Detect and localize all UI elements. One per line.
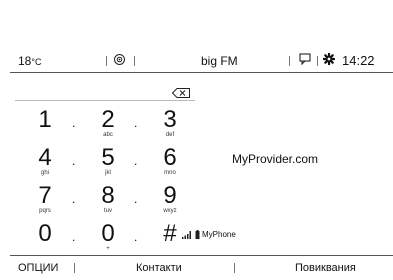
infotainment-screen: 18°C big FM 14:22 1 . 2 abc . 3 def 4 gh… <box>10 48 393 280</box>
key-digit: 1 <box>38 106 52 133</box>
key-digit: 6 <box>163 144 177 171</box>
key-0-plus[interactable]: 0 + <box>93 222 123 253</box>
key-7[interactable]: 7 pqrs <box>30 184 60 215</box>
key-0[interactable]: 0 <box>30 222 60 246</box>
calls-button[interactable]: Повиквания <box>295 262 356 274</box>
key-separator: . <box>72 230 76 244</box>
key-6[interactable]: 6 mno <box>155 146 185 177</box>
signal-strength-icon <box>182 231 192 239</box>
backspace-icon[interactable] <box>172 88 190 98</box>
network-provider: MyProvider.com <box>232 152 319 166</box>
key-digit: 5 <box>101 144 115 171</box>
navigation-icon[interactable] <box>114 54 125 65</box>
key-digit: 9 <box>163 182 177 209</box>
number-entry-line <box>15 100 195 101</box>
key-letters: jkl <box>105 170 111 176</box>
key-digit: 0 <box>38 220 52 247</box>
bottom-divider <box>234 263 235 273</box>
key-hash[interactable]: # <box>155 222 185 246</box>
key-digit: # <box>163 220 177 247</box>
key-separator: . <box>72 154 76 168</box>
bottom-divider <box>74 263 75 273</box>
key-separator: . <box>72 116 76 130</box>
battery-icon <box>195 230 200 239</box>
status-divider <box>317 56 318 66</box>
key-9[interactable]: 9 wxyz <box>155 184 185 215</box>
key-2[interactable]: 2 abc <box>93 108 123 139</box>
key-letters: tuv <box>103 208 112 214</box>
key-separator: . <box>134 192 138 206</box>
key-digit: 2 <box>101 106 115 133</box>
bottom-bar: ОПЦИИ Контакти Повиквания <box>10 255 393 278</box>
temperature-unit: °C <box>31 57 42 67</box>
temperature: 18°C <box>18 54 41 68</box>
audio-source[interactable]: big FM <box>201 54 238 68</box>
key-separator: . <box>72 192 76 206</box>
phone-name: MyPhone <box>202 230 236 239</box>
key-letters: abc <box>103 132 113 138</box>
key-8[interactable]: 8 tuv <box>93 184 123 215</box>
options-button[interactable]: ОПЦИИ <box>18 262 58 274</box>
key-letters: ghi <box>40 170 49 176</box>
key-digit: 3 <box>163 106 177 133</box>
key-letters: wxyz <box>163 208 177 214</box>
key-digit: 4 <box>38 144 52 171</box>
gear-icon[interactable] <box>323 53 335 65</box>
key-1[interactable]: 1 <box>30 108 60 132</box>
clock: 14:22 <box>342 53 375 68</box>
key-separator: . <box>134 154 138 168</box>
status-bar-divider <box>10 72 393 73</box>
status-divider <box>289 56 290 66</box>
status-bar: 18°C big FM 14:22 <box>10 48 393 72</box>
message-icon[interactable] <box>299 53 311 65</box>
key-3[interactable]: 3 def <box>155 108 185 139</box>
key-separator: . <box>134 116 138 130</box>
contacts-button[interactable]: Контакти <box>136 262 182 274</box>
key-5[interactable]: 5 jkl <box>93 146 123 177</box>
key-separator: . <box>134 230 138 244</box>
key-4[interactable]: 4 ghi <box>30 146 60 177</box>
key-letters: def <box>165 132 175 138</box>
key-letters: pqrs <box>39 208 51 214</box>
status-divider <box>106 56 107 66</box>
key-letters: + <box>106 246 110 252</box>
status-divider <box>134 56 135 66</box>
key-digit: 0 <box>101 220 115 247</box>
temperature-value: 18 <box>18 54 32 68</box>
key-letters: mno <box>164 170 176 176</box>
key-digit: 8 <box>101 182 115 209</box>
key-digit: 7 <box>38 182 52 209</box>
